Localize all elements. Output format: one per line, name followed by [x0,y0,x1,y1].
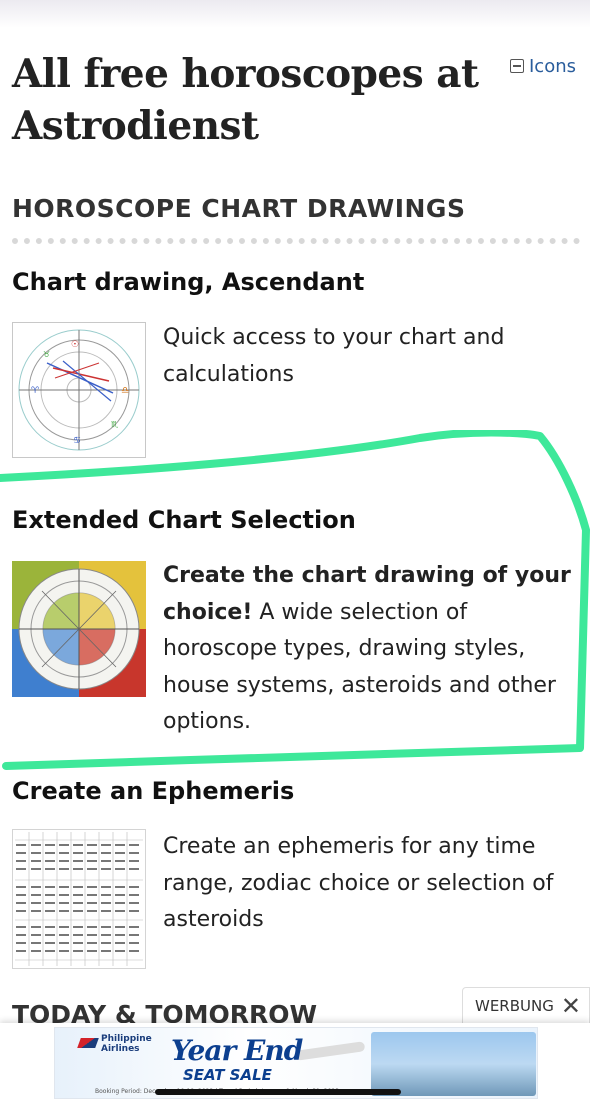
divider [12,238,580,244]
chart-wheel-icon: ☉ ♈ ♎ ♋ ♉ ♏ [18,329,140,451]
minus-box-icon [510,59,524,73]
svg-text:♎: ♎ [121,386,129,396]
home-indicator [155,1089,401,1095]
chart-wheel-thumbnail[interactable]: ☉ ♈ ♎ ♋ ♉ ♏ [12,322,146,458]
airplane-icon [294,1041,366,1061]
svg-text:☉: ☉ [71,340,79,350]
svg-text:♋: ♋ [73,436,81,446]
svg-text:♉: ♉ [43,350,50,359]
ad-label-text: WERBUNG [475,997,554,1015]
color-chart-wheel-icon [12,561,146,697]
ephemeris-table-icon [13,830,145,968]
item-description-chart-drawing: Quick access to your chart and calculati… [163,325,505,387]
extended-chart-thumbnail[interactable] [12,561,146,697]
item-description-ephemeris: Create an ephemeris for any time range, … [163,834,554,932]
ad-headline: Year End [171,1034,303,1067]
item-title-chart-drawing[interactable]: Chart drawing, Ascendant [12,268,364,296]
close-icon[interactable]: ✕ [561,994,581,1018]
ad-brand: Philippine Airlines [101,1034,152,1054]
ad-subheadline: SEAT SALE [183,1066,272,1084]
page-title: All free horoscopes at Astrodienst [12,51,479,149]
ad-photo [371,1032,536,1096]
svg-text:♈: ♈ [31,386,40,396]
icons-toggle-button[interactable]: Icons [510,54,576,78]
item-title-ephemeris[interactable]: Create an Ephemeris [12,777,294,805]
section-heading: HOROSCOPE CHART DRAWINGS [12,194,466,223]
top-fade [0,0,590,28]
icons-toggle-label: Icons [529,55,577,77]
svg-text:♏: ♏ [111,420,119,429]
item-description-extended-chart: Create the chart drawing of your choice!… [163,558,573,741]
ad-label: WERBUNG ✕ [462,987,590,1025]
item-title-extended-chart[interactable]: Extended Chart Selection [12,506,356,534]
airline-logo-icon [77,1038,99,1048]
ephemeris-thumbnail[interactable] [12,829,146,969]
